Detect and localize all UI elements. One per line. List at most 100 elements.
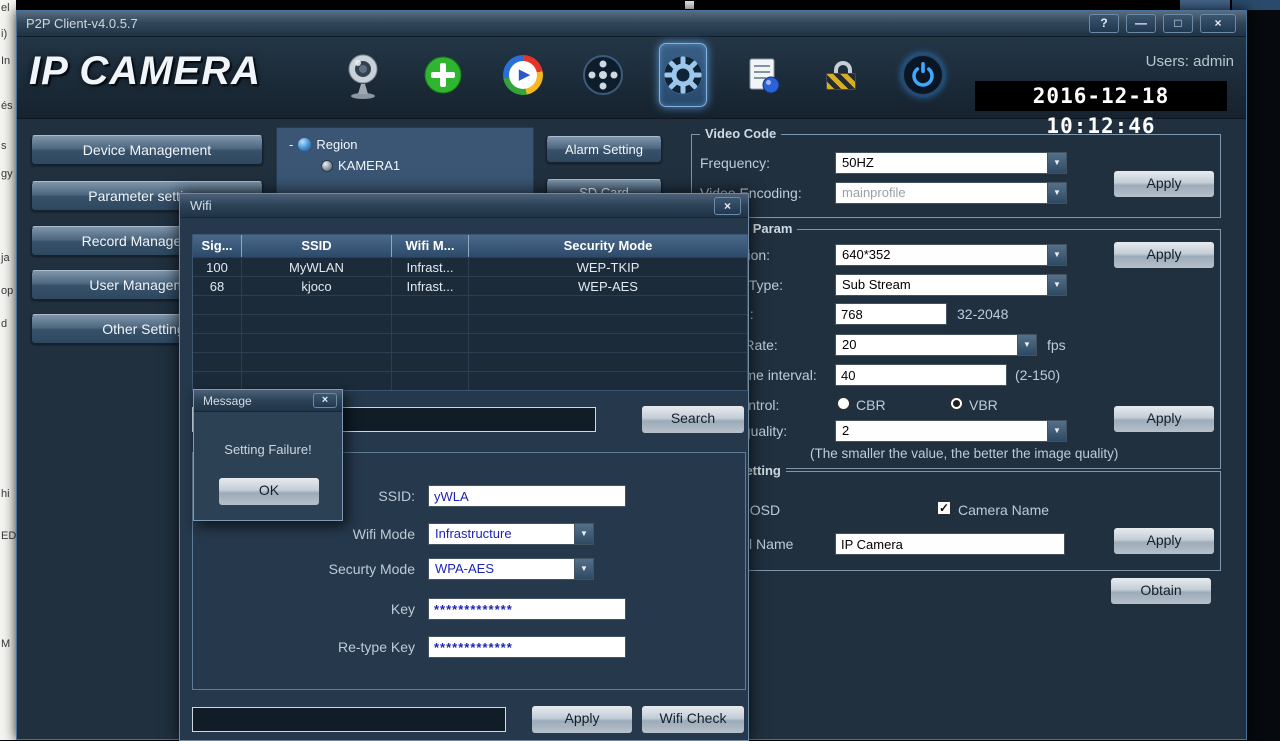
maximize-button[interactable]: □ <box>1163 14 1193 33</box>
table-row[interactable] <box>193 295 747 314</box>
background-page-strip: el i) In és s gy ja op d hi ED M <box>0 0 16 740</box>
taskbar-dot <box>685 1 694 9</box>
key-label: Key <box>390 601 415 617</box>
cell-wifi-mode <box>391 315 468 333</box>
wifi-dialog-title: Wifi <box>190 198 212 213</box>
obtain-button[interactable]: Obtain <box>1111 578 1211 604</box>
cell-security-mode <box>468 334 747 352</box>
table-row[interactable] <box>193 333 747 352</box>
wifi-mode-select[interactable]: Infrastructure <box>428 523 594 545</box>
tree-node-region[interactable]: - Region <box>289 137 533 152</box>
cell-ssid <box>241 315 391 333</box>
cell-security-mode <box>468 315 747 333</box>
message-dialog-titlebar[interactable]: Message × <box>194 390 342 412</box>
stream-type-value: Sub Stream <box>842 277 911 292</box>
fps-unit-label: fps <box>1047 337 1066 353</box>
chevron-down-icon[interactable] <box>1047 153 1066 173</box>
table-row[interactable] <box>193 352 747 371</box>
video-code-group: Video Code Frequency: 50HZ Video Encodin… <box>691 126 1221 218</box>
chevron-down-icon[interactable] <box>1047 245 1066 265</box>
stream-param-apply-button-2[interactable]: Apply <box>1114 406 1214 432</box>
add-device-button[interactable] <box>419 43 467 107</box>
cell-ssid <box>241 372 391 390</box>
chevron-down-icon[interactable] <box>1017 335 1036 355</box>
wifi-dialog-close-button[interactable]: × <box>714 197 741 215</box>
play-icon: ▶ <box>503 55 543 95</box>
cell-security-mode <box>468 296 747 314</box>
cell-signal: 68 <box>209 279 225 294</box>
quality-note: (The smaller the value, the better the i… <box>810 446 1119 461</box>
retype-key-label: Re-type Key <box>337 639 415 655</box>
wifi-dialog-titlebar[interactable]: Wifi × <box>180 194 748 218</box>
settings-button[interactable] <box>659 43 707 107</box>
tree-collapse-toggle[interactable]: - <box>289 137 293 152</box>
tree-node-camera[interactable]: KAMERA1 <box>321 158 533 173</box>
column-header-ssid: SSID <box>241 235 391 257</box>
chevron-down-icon[interactable] <box>1047 421 1066 441</box>
cell-signal <box>193 296 241 314</box>
stream-param-apply-button[interactable]: Apply <box>1114 242 1214 268</box>
gear-icon <box>663 55 703 95</box>
channel-name-input[interactable] <box>835 533 1065 555</box>
minimize-button[interactable]: — <box>1126 14 1156 33</box>
bitrate-input[interactable] <box>835 303 947 325</box>
vbr-radio[interactable] <box>950 397 963 410</box>
frequency-select[interactable]: 50HZ <box>835 152 1067 174</box>
power-button[interactable] <box>899 43 947 107</box>
cell-wifi-mode <box>391 353 468 371</box>
background-taskbar-strip <box>16 0 1280 10</box>
record-button[interactable] <box>579 43 627 107</box>
camera-view-button[interactable] <box>339 43 387 107</box>
log-button[interactable] <box>739 43 787 107</box>
stream-type-select[interactable]: Sub Stream <box>835 274 1067 296</box>
playback-button[interactable]: ▶ <box>499 43 547 107</box>
chevron-down-icon[interactable] <box>1047 275 1066 295</box>
wifi-search-button[interactable]: Search <box>642 406 744 433</box>
alarm-setting-button[interactable]: Alarm Setting <box>546 136 662 163</box>
table-row[interactable] <box>193 371 747 390</box>
bitrate-range-label: 32-2048 <box>957 306 1009 322</box>
video-code-apply-button[interactable]: Apply <box>1114 171 1214 197</box>
table-row[interactable]: 100 MyWLAN Infrast... WEP-TKIP <box>193 257 747 276</box>
frequency-label: Frequency: <box>700 155 771 171</box>
chevron-down-icon <box>1047 183 1066 203</box>
table-row[interactable] <box>193 314 747 333</box>
message-dialog: Message × Setting Failure! OK <box>193 389 343 521</box>
help-button[interactable]: ? <box>1089 14 1119 33</box>
log-icon <box>749 58 780 94</box>
chevron-down-icon[interactable] <box>574 559 593 579</box>
column-header-security-mode: Security Mode <box>468 235 747 257</box>
lock-button[interactable] <box>819 43 867 107</box>
cell-wifi-mode: Infrast... <box>391 277 468 295</box>
osd-apply-button[interactable]: Apply <box>1114 528 1214 554</box>
ok-button[interactable]: OK <box>219 478 319 505</box>
bg-text-fragment: gy <box>1 168 13 180</box>
chevron-down-icon[interactable] <box>574 524 593 544</box>
table-row[interactable]: 68 kjoco Infrast... WEP-AES <box>193 276 747 295</box>
keyframe-range-label: (2-150) <box>1015 367 1061 383</box>
cell-signal: 100 <box>206 260 228 275</box>
security-mode-select[interactable]: WPA-AES <box>428 558 594 580</box>
framerate-select[interactable]: 20 <box>835 334 1037 356</box>
sidebar-item-device-management[interactable]: Device Management <box>31 135 263 165</box>
ssid-input[interactable] <box>428 485 626 507</box>
wifi-apply-button[interactable]: Apply <box>532 706 632 733</box>
resolution-select[interactable]: 640*352 <box>835 244 1067 266</box>
webcam-icon <box>348 54 378 99</box>
wifi-network-table: Sig... SSID Wifi M... Security Mode 100 … <box>192 234 748 391</box>
wifi-mode-label: Wifi Mode <box>352 526 415 542</box>
keyframe-input[interactable] <box>835 364 1007 386</box>
titlebar[interactable]: P2P Client-v4.0.5.7 ? — □ × <box>17 11 1246 37</box>
quality-value: 2 <box>842 423 850 438</box>
key-input[interactable] <box>428 598 626 620</box>
close-button[interactable]: × <box>1200 14 1236 33</box>
wifi-status-input[interactable] <box>192 707 506 732</box>
cbr-radio[interactable] <box>837 397 850 410</box>
framerate-value: 20 <box>842 337 857 352</box>
message-dialog-close-button[interactable]: × <box>313 393 337 408</box>
wifi-check-button[interactable]: Wifi Check <box>642 706 744 733</box>
retype-key-input[interactable] <box>428 636 626 658</box>
clock-display: 2016-12-18 10:12:46 <box>975 81 1227 138</box>
quality-select[interactable]: 2 <box>835 420 1067 442</box>
camera-name-checkbox[interactable] <box>937 501 951 515</box>
